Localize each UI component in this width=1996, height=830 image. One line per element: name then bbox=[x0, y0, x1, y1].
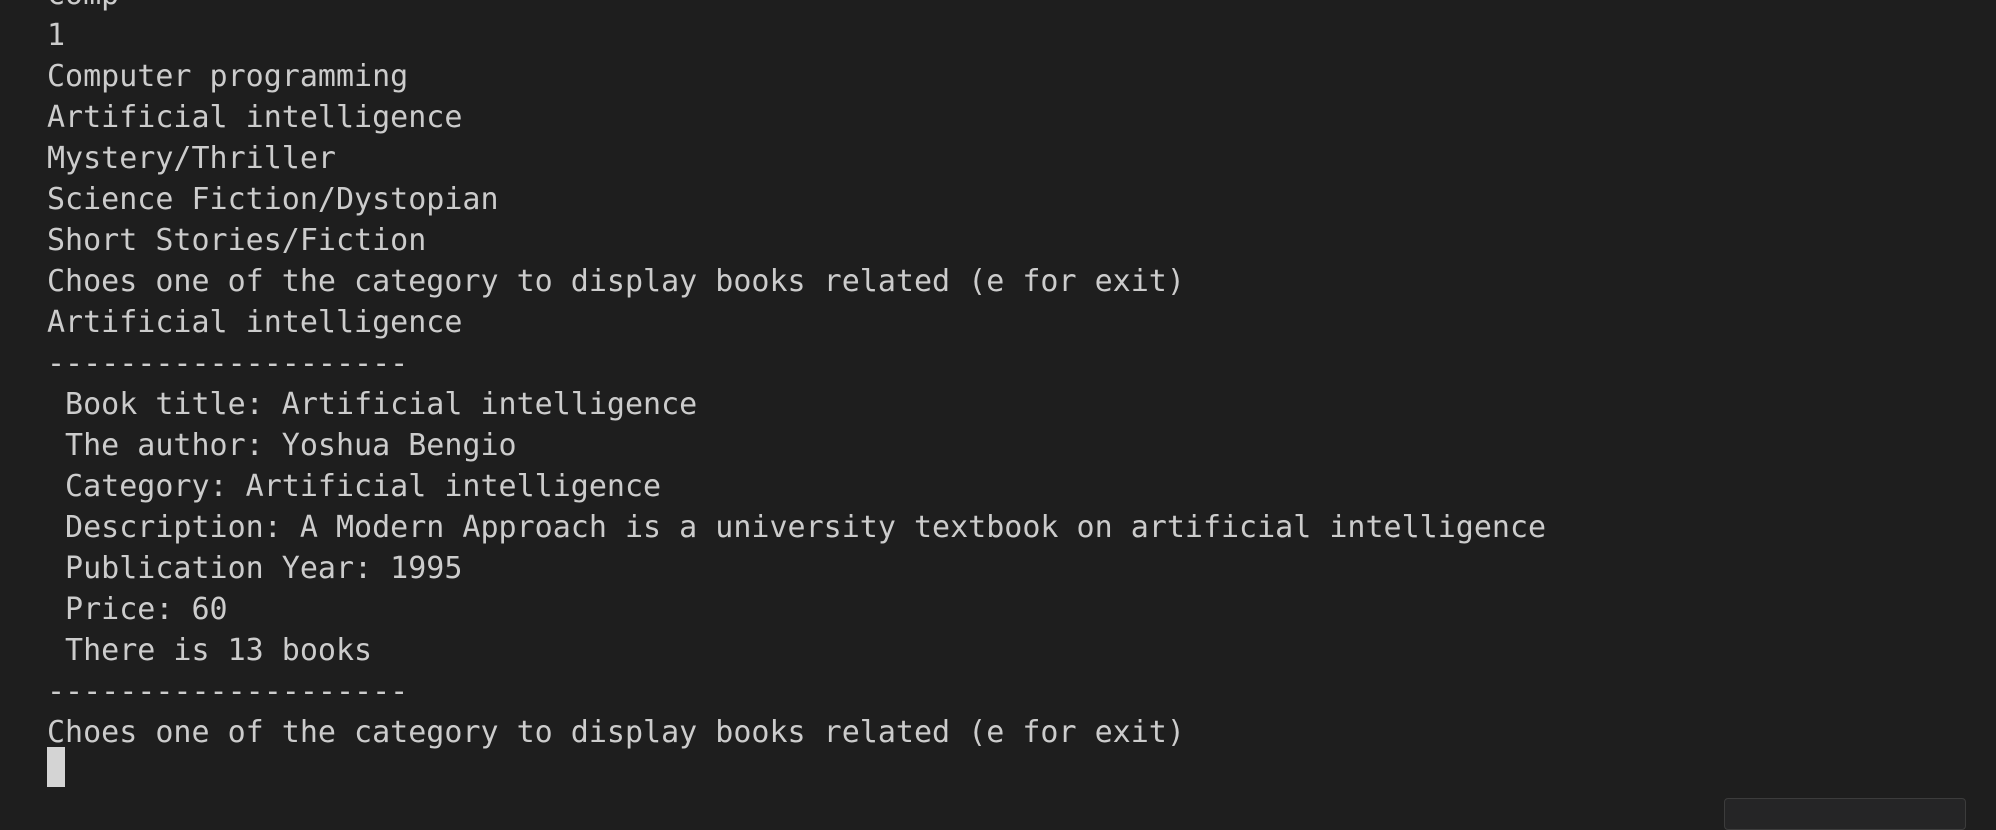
book-category-line: Category: Artificial intelligence bbox=[47, 469, 662, 504]
category-computer-programming: Computer programming bbox=[47, 59, 409, 94]
terminal-line-partial: Comp bbox=[47, 0, 1546, 15]
category-artificial-intelligence: Artificial intelligence bbox=[47, 100, 463, 135]
terminal-panel[interactable]: Comp 1 Computer programming Artificial i… bbox=[0, 0, 1996, 830]
terminal-output: Comp 1 Computer programming Artificial i… bbox=[47, 0, 1546, 753]
user-input-line: Artificial intelligence bbox=[47, 305, 463, 340]
prompt-line: Choes one of the category to display boo… bbox=[47, 715, 1185, 750]
prompt-line: Choes one of the category to display boo… bbox=[47, 264, 1185, 299]
book-title-line: Book title: Artificial intelligence bbox=[47, 387, 698, 422]
book-author-line: The author: Yoshua Bengio bbox=[47, 428, 517, 463]
separator-line: -------------------- bbox=[47, 674, 409, 709]
category-short-stories: Short Stories/Fiction bbox=[47, 223, 427, 258]
book-count-line: There is 13 books bbox=[47, 633, 373, 668]
terminal-cursor[interactable] bbox=[47, 747, 65, 787]
book-price-line: Price: 60 bbox=[47, 592, 228, 627]
category-mystery-thriller: Mystery/Thriller bbox=[47, 141, 336, 176]
corner-panel bbox=[1724, 798, 1966, 830]
book-year-line: Publication Year: 1995 bbox=[47, 551, 463, 586]
terminal-line-input: 1 bbox=[47, 18, 66, 53]
separator-line: -------------------- bbox=[47, 346, 409, 381]
category-science-fiction: Science Fiction/Dystopian bbox=[47, 182, 499, 217]
book-description-line: Description: A Modern Approach is a univ… bbox=[47, 510, 1547, 545]
